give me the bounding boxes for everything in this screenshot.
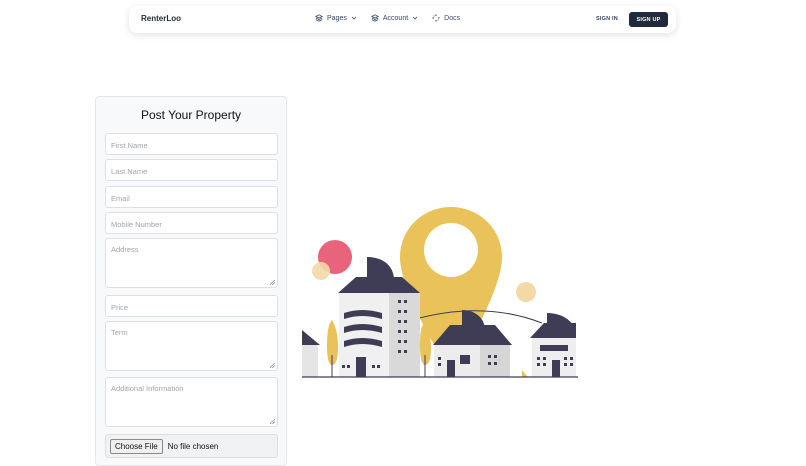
nav-links: Pages Account Docs — [315, 14, 460, 22]
price-placeholder: Price — [111, 303, 129, 312]
file-upload-input: Choose File No file chosen — [105, 434, 278, 458]
last-name-placeholder: Last Name — [111, 167, 148, 176]
resize-handle-icon[interactable] — [270, 363, 275, 368]
city-location-illustration — [302, 207, 578, 378]
post-property-form: Post Your Property First Name Last Name … — [95, 96, 287, 466]
address-textarea[interactable]: Address — [105, 238, 278, 288]
brand-logo-text[interactable]: RenterLoo — [141, 14, 181, 23]
file-status-text: No file chosen — [167, 441, 219, 451]
email-placeholder: Email — [111, 194, 130, 203]
chevron-down-icon — [412, 16, 418, 20]
additional-information-placeholder: Additional Information — [111, 384, 184, 393]
address-placeholder: Address — [111, 245, 139, 254]
price-input[interactable]: Price — [105, 295, 278, 317]
nav-item-label: Pages — [327, 14, 347, 22]
mobile-number-input[interactable]: Mobile Number — [105, 212, 278, 234]
form-title: Post Your Property — [140, 108, 242, 122]
nav-item-label: Docs — [444, 14, 461, 22]
sign-up-button[interactable]: SIGN UP — [629, 12, 668, 27]
email-input[interactable]: Email — [105, 186, 278, 208]
choose-file-button[interactable]: Choose File — [110, 438, 163, 454]
additional-information-textarea[interactable]: Additional Information — [105, 377, 278, 427]
chevron-down-icon — [351, 16, 357, 20]
resize-handle-icon[interactable] — [270, 419, 275, 424]
nav-item-account[interactable]: Account — [370, 14, 418, 22]
nav-item-pages[interactable]: Pages — [315, 14, 357, 22]
nav-item-docs[interactable]: Docs — [432, 14, 460, 22]
dots-circle-icon — [432, 14, 440, 22]
resize-handle-icon[interactable] — [270, 280, 275, 285]
stack-icon — [315, 14, 323, 22]
last-name-input[interactable]: Last Name — [105, 159, 278, 181]
top-navbar: RenterLoo Pages Account Docs SIGN IN SIG… — [129, 6, 676, 33]
term-placeholder: Term — [111, 328, 128, 337]
term-textarea[interactable]: Term — [105, 321, 278, 371]
stack-icon — [370, 14, 379, 22]
nav-item-label: Account — [382, 14, 409, 22]
first-name-input[interactable]: First Name — [105, 133, 278, 155]
sign-in-link[interactable]: SIGN IN — [596, 16, 618, 22]
mobile-number-placeholder: Mobile Number — [111, 220, 162, 229]
first-name-placeholder: First Name — [111, 141, 148, 150]
